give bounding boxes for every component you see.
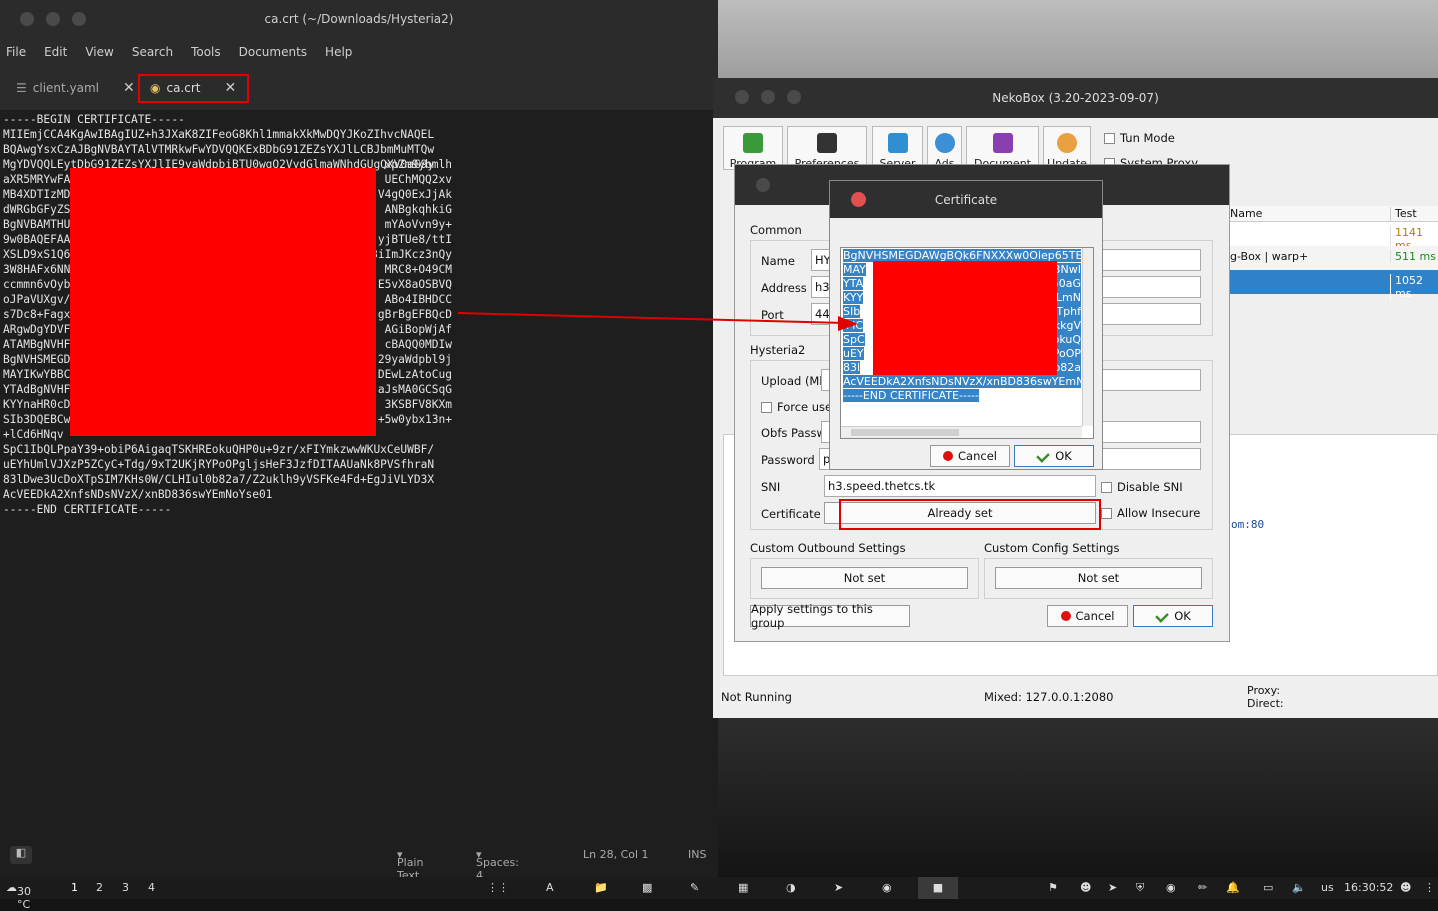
- screenshot-icon[interactable]: ◉: [1166, 881, 1176, 894]
- pen-icon[interactable]: ✏: [1198, 881, 1207, 894]
- workspace-2[interactable]: 2: [96, 881, 103, 894]
- telegram-tray-icon[interactable]: ➤: [1108, 881, 1117, 894]
- folder-icon[interactable]: 📁: [594, 881, 608, 894]
- keyboard-layout[interactable]: us: [1321, 881, 1334, 894]
- nekobox-task-icon[interactable]: ■: [918, 877, 958, 899]
- reader-icon[interactable]: ▦: [738, 881, 748, 894]
- power-icon[interactable]: ⋮: [1424, 881, 1435, 894]
- workspace-3[interactable]: 3: [122, 881, 129, 894]
- tray-app-icon[interactable]: ☻: [1080, 881, 1091, 894]
- volume-icon[interactable]: 🔈: [1292, 881, 1306, 894]
- telegram-icon[interactable]: ➤: [834, 881, 843, 894]
- shield-icon[interactable]: ⛨: [1136, 881, 1144, 895]
- app-grid-icon[interactable]: ⋮⋮: [487, 881, 509, 894]
- display-icon[interactable]: ▭: [1263, 881, 1273, 894]
- editor-icon[interactable]: ✎: [690, 881, 699, 894]
- taskbar: ☁ 30 °C 1 2 3 4 ⋮⋮ A 📁 ▩ ✎ ▦ ◑ ➤ ◉ ■ ⚑ ☻…: [0, 877, 1438, 911]
- weather-widget[interactable]: ☁ 30 °C: [6, 881, 31, 911]
- firefox-icon[interactable]: ◑: [786, 881, 796, 894]
- annotation-arrow: [457, 312, 858, 331]
- notifications-icon[interactable]: 🔔: [1226, 881, 1240, 894]
- flag-icon[interactable]: ⚑: [1048, 881, 1058, 894]
- font-app-icon[interactable]: A: [546, 881, 554, 894]
- user-icon[interactable]: ☻: [1400, 881, 1411, 894]
- discord-icon[interactable]: ◉: [882, 881, 892, 894]
- terminal-icon[interactable]: ▩: [642, 881, 652, 894]
- workspace-4[interactable]: 4: [148, 881, 155, 894]
- workspace-1[interactable]: 1: [71, 881, 78, 894]
- clock[interactable]: 16:30:52: [1344, 881, 1393, 894]
